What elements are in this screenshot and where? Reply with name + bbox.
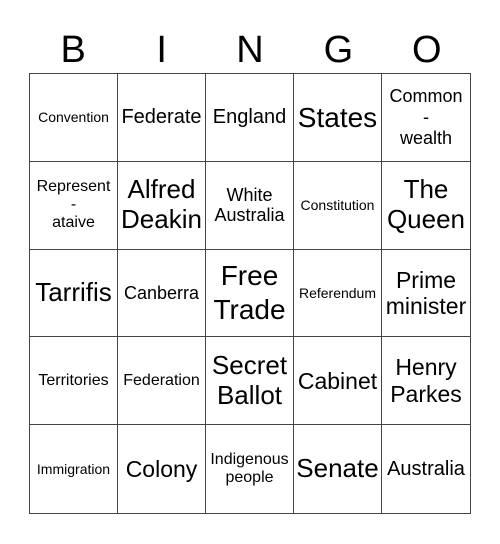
bingo-cell[interactable]: Common - wealth bbox=[382, 74, 470, 162]
bingo-header: B I N G O bbox=[29, 28, 471, 72]
bingo-cell[interactable]: Tarrifis bbox=[30, 249, 118, 338]
bingo-cell[interactable]: Senate bbox=[294, 425, 382, 513]
bingo-cell[interactable]: Henry Parkes bbox=[382, 337, 470, 426]
header-letter-b: B bbox=[60, 29, 86, 71]
bingo-cell[interactable]: Convention bbox=[30, 74, 118, 162]
bingo-cell[interactable]: England bbox=[206, 74, 294, 162]
bingo-cell[interactable]: Prime minister bbox=[382, 250, 470, 338]
bingo-cell[interactable]: Free Trade bbox=[206, 249, 294, 338]
header-letter-o: O bbox=[412, 29, 442, 71]
bingo-grid: Convention Federate England States Commo… bbox=[29, 73, 471, 514]
bingo-cell[interactable]: Australia bbox=[382, 425, 470, 513]
header-letter-i: I bbox=[156, 29, 167, 71]
header-letter-n: N bbox=[236, 29, 264, 71]
bingo-cell[interactable]: Territories bbox=[30, 337, 118, 426]
bingo-cell[interactable]: Constitution bbox=[294, 161, 382, 250]
header-letter-g: G bbox=[323, 29, 354, 71]
bingo-cell[interactable]: Indigenous people bbox=[206, 425, 294, 513]
bingo-cell[interactable]: States bbox=[294, 74, 382, 162]
bingo-cell[interactable]: White Australia bbox=[206, 161, 294, 250]
bingo-cell[interactable]: Secret Ballot bbox=[206, 337, 294, 426]
bingo-cell[interactable]: Represent - ataive bbox=[30, 161, 118, 250]
bingo-cell[interactable]: Federate bbox=[118, 74, 206, 162]
bingo-cell[interactable]: The Queen bbox=[382, 162, 470, 250]
bingo-cell[interactable]: Immigration bbox=[30, 425, 118, 513]
bingo-cell[interactable]: Referendum bbox=[294, 249, 382, 338]
bingo-cell[interactable]: Cabinet bbox=[294, 337, 382, 426]
bingo-cell[interactable]: Federation bbox=[118, 337, 206, 426]
bingo-cell[interactable]: Canberra bbox=[118, 249, 206, 338]
bingo-cell[interactable]: Alfred Deakin bbox=[118, 161, 206, 250]
bingo-cell[interactable]: Colony bbox=[118, 425, 206, 513]
